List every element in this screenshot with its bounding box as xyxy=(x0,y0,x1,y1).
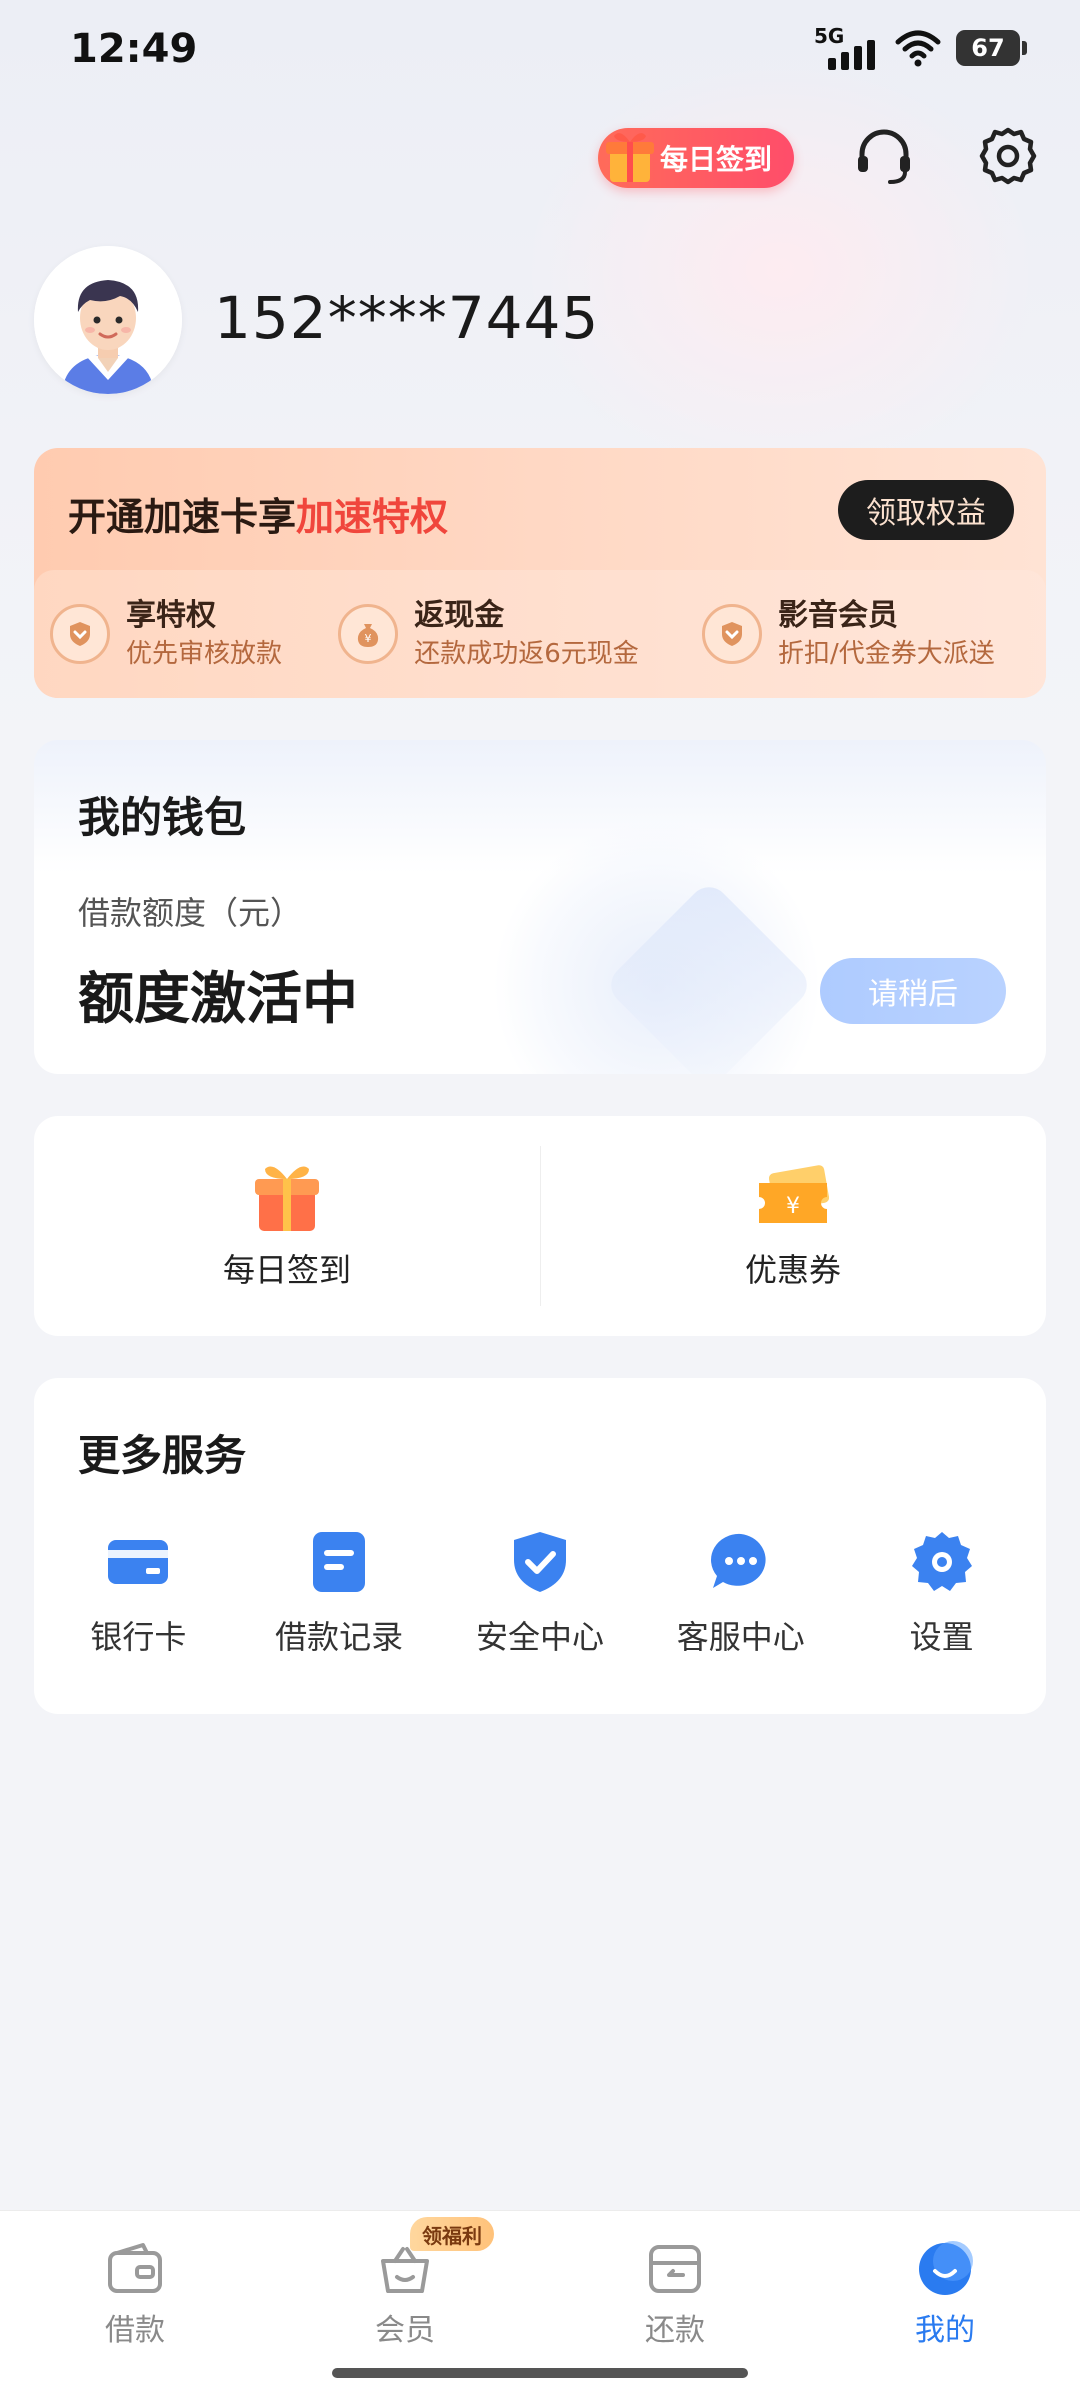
nav-label: 我的 xyxy=(915,2313,975,2348)
benefit-title: 返现金 xyxy=(414,598,505,633)
claim-benefits-button[interactable]: 领取权益 xyxy=(838,480,1014,540)
daily-checkin-pill[interactable]: 每日签到 xyxy=(598,128,794,188)
welfare-badge: 领福利 xyxy=(410,2217,494,2251)
heart-badge-icon xyxy=(702,604,762,664)
benefit-title: 影音会员 xyxy=(778,598,898,633)
service-label: 借款记录 xyxy=(275,1618,404,1656)
credit-limit-label: 借款额度（元） xyxy=(78,894,303,932)
please-wait-button[interactable]: 请稍后 xyxy=(820,958,1006,1024)
wallet-card: 我的钱包 借款额度（元） 额度激活中 请稍后 xyxy=(34,740,1046,1074)
background-glow xyxy=(520,60,1040,480)
vip-title: 开通加速卡享加速特权 xyxy=(68,486,448,541)
nav-label: 还款 xyxy=(645,2313,705,2348)
heart-badge-icon xyxy=(50,604,110,664)
benefit-priority: 享特权 优先审核放款 xyxy=(50,570,338,698)
avatar[interactable] xyxy=(34,246,182,394)
avatar-illustration xyxy=(34,246,182,394)
benefit-desc: 还款成功返6元现金 xyxy=(414,639,639,669)
record-icon xyxy=(313,1532,366,1592)
status-bar: 12:49 5G 67 xyxy=(0,0,1080,100)
shield-icon xyxy=(513,1532,566,1592)
service-label: 客服中心 xyxy=(676,1618,805,1656)
quick-daily-checkin[interactable]: 每日签到 xyxy=(34,1116,540,1336)
gift-icon xyxy=(606,133,654,182)
service-customer-center[interactable]: 客服中心 xyxy=(661,1530,821,1658)
quick-label: 优惠券 xyxy=(744,1251,841,1289)
benefit-desc: 折扣/代金券大派送 xyxy=(778,639,995,669)
nav-label: 会员 xyxy=(375,2313,435,2348)
nav-mine[interactable]: 我的 xyxy=(810,2211,1080,2400)
phone-number: 152****7445 xyxy=(214,284,600,352)
vip-title-highlight: 加速特权 xyxy=(296,495,449,539)
gear-icon xyxy=(911,1532,972,1591)
svg-text:¥: ¥ xyxy=(365,632,372,645)
vip-card[interactable]: 开通加速卡享加速特权 领取权益 享特权 优先审核放款 ¥ 返现金 还款成功返6元… xyxy=(34,448,1046,698)
services-title: 更多服务 xyxy=(78,1431,247,1480)
cellular-signal-icon: 5G xyxy=(814,24,880,70)
daily-checkin-label: 每日签到 xyxy=(660,143,773,176)
status-icons: 5G 67 xyxy=(814,24,1027,70)
settings-gear-icon[interactable] xyxy=(976,124,1040,188)
wifi-icon xyxy=(895,30,941,67)
benefit-title: 享特权 xyxy=(126,598,216,633)
coupon-icon: ¥ xyxy=(759,1165,830,1223)
service-label: 银行卡 xyxy=(90,1618,187,1656)
status-time: 12:49 xyxy=(70,26,198,72)
card-icon xyxy=(108,1540,169,1584)
quick-coupon[interactable]: ¥ 优惠券 xyxy=(540,1116,1046,1336)
benefit-desc: 优先审核放款 xyxy=(126,639,283,669)
repay-icon xyxy=(649,2245,701,2293)
nav-label: 借款 xyxy=(105,2313,165,2348)
benefit-media: 影音会员 折扣/代金券大派送 xyxy=(702,570,1030,698)
battery-level: 67 xyxy=(971,34,1005,62)
more-services: 更多服务 银行卡 借款记录 安全中心 客服中心 设置 xyxy=(34,1378,1046,1714)
vip-benefits: 享特权 优先审核放款 ¥ 返现金 还款成功返6元现金 影音会员 折扣/代金券大派… xyxy=(34,570,1046,698)
chat-icon xyxy=(710,1533,766,1588)
wallet-title: 我的钱包 xyxy=(78,793,247,842)
service-label: 安全中心 xyxy=(475,1618,604,1656)
vip-title-prefix: 开通加速卡享 xyxy=(68,495,297,539)
nav-loan[interactable]: 借款 xyxy=(0,2211,270,2400)
service-bank-card[interactable]: 银行卡 xyxy=(58,1530,218,1658)
credit-status: 额度激活中 xyxy=(78,967,358,1032)
quick-label: 每日签到 xyxy=(222,1251,351,1289)
profile-icon xyxy=(919,2241,973,2295)
headset-icon[interactable] xyxy=(852,124,916,188)
gift-icon xyxy=(255,1166,319,1231)
quick-actions: 每日签到 ¥ 优惠券 xyxy=(34,1116,1046,1336)
svg-text:¥: ¥ xyxy=(786,1194,800,1219)
wallet-icon xyxy=(108,2243,162,2293)
services-row: 银行卡 借款记录 安全中心 客服中心 设置 xyxy=(34,1530,1046,1658)
home-indicator xyxy=(332,2368,748,2378)
service-security-center[interactable]: 安全中心 xyxy=(460,1530,620,1658)
battery-icon: 67 xyxy=(956,30,1027,66)
service-label: 设置 xyxy=(909,1618,974,1656)
service-settings[interactable]: 设置 xyxy=(862,1530,1022,1658)
money-bag-icon: ¥ xyxy=(338,604,399,664)
benefit-cashback: ¥ 返现金 还款成功返6元现金 xyxy=(338,570,702,698)
service-loan-record[interactable]: 借款记录 xyxy=(259,1530,419,1658)
